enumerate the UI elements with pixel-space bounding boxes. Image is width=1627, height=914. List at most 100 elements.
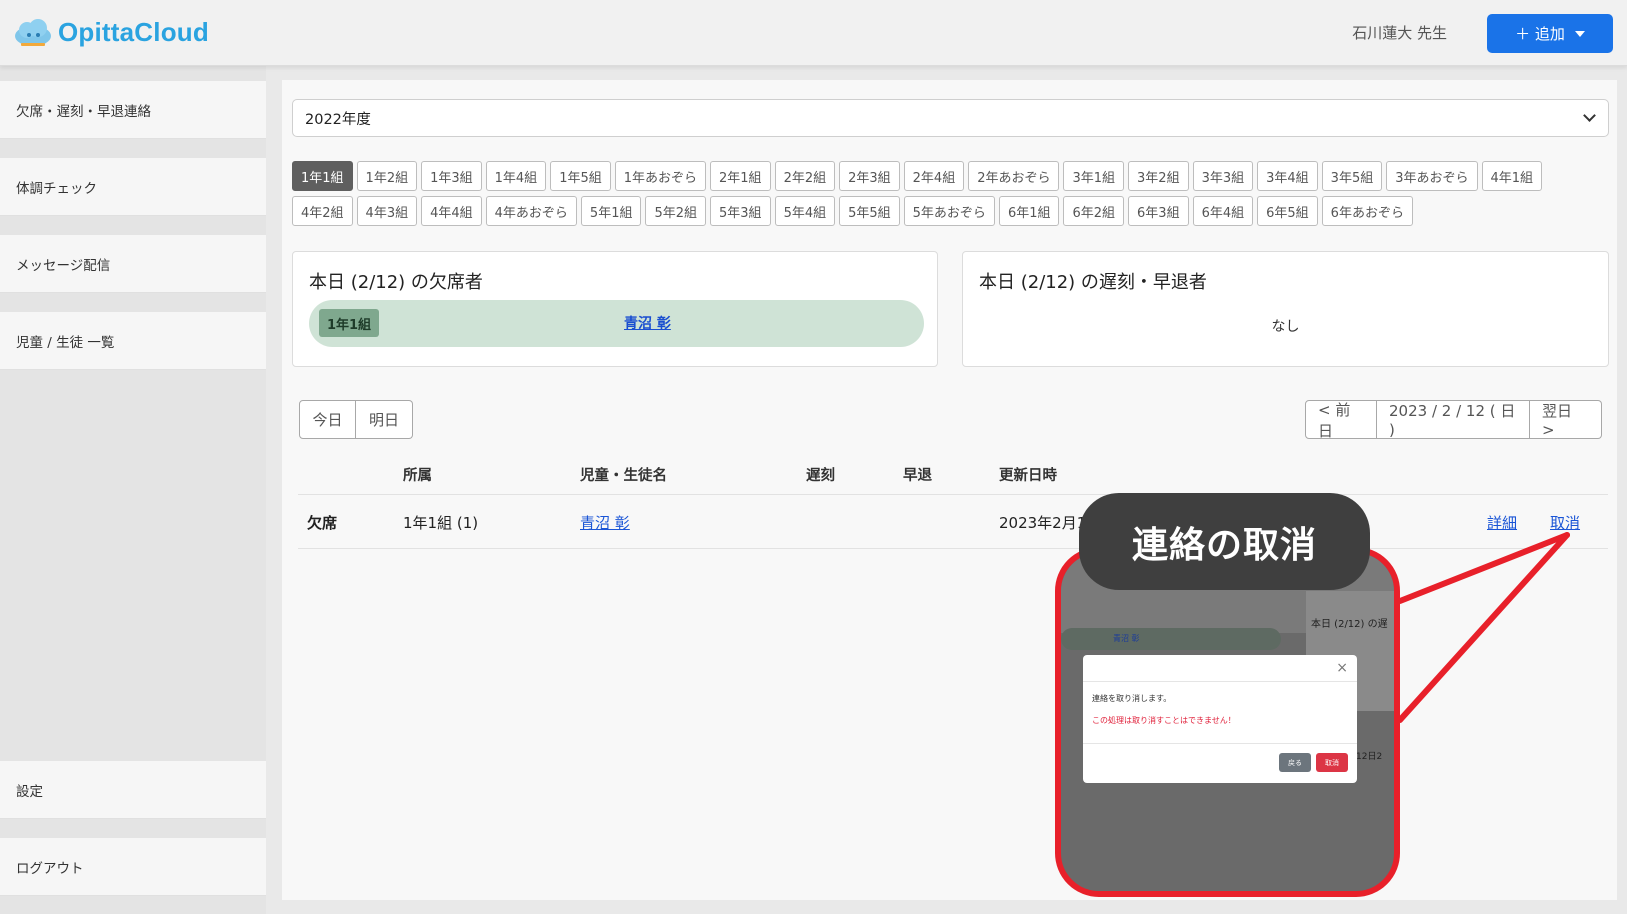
- class-tab[interactable]: 1年5組: [550, 161, 611, 191]
- logo[interactable]: OpittaCloud: [12, 16, 209, 48]
- modal-back-button: 戻る: [1279, 753, 1311, 772]
- absent-student-link[interactable]: 青沼 彰: [624, 313, 671, 333]
- late-card-title: 本日 (2/12) の遅刻・早退者: [979, 272, 1207, 293]
- class-tab[interactable]: 4年1組: [1481, 161, 1543, 191]
- class-tab[interactable]: 1年3組: [421, 161, 482, 191]
- sidebar-item-attendance[interactable]: 欠席・遅刻・早退連絡: [0, 81, 266, 139]
- absent-student-bar[interactable]: 1年1組 青沼 彰: [309, 300, 924, 347]
- class-tab[interactable]: 3年4組: [1257, 161, 1318, 191]
- class-tab[interactable]: 3年5組: [1321, 161, 1383, 191]
- late-card-empty: なし: [1271, 319, 1300, 335]
- close-icon: ×: [1336, 660, 1348, 676]
- confirm-modal: × 連絡を取り消します。 この処理は取り消すことはできません！ 戻る 取消: [1083, 655, 1357, 783]
- sidebar-item-label: 体調チェック: [16, 180, 97, 197]
- app-header: OpittaCloud 石川蓮大 先生 ＋ 追加: [0, 0, 1627, 66]
- class-tab[interactable]: 1年2組: [356, 161, 418, 191]
- class-tab[interactable]: 5年5組: [839, 196, 900, 226]
- inset-absent-bar: [1061, 628, 1281, 650]
- sidebar-item-students[interactable]: 児童 / 生徒 一覧: [0, 312, 266, 370]
- callout-label: 連絡の取消: [1079, 493, 1370, 590]
- absent-card: 本日 (2/12) の欠席者 1年1組 青沼 彰: [292, 251, 938, 367]
- modal-divider: [1083, 743, 1357, 744]
- tomorrow-button[interactable]: 明日: [356, 400, 413, 439]
- row-type: 欠席: [307, 514, 338, 532]
- table-divider: [298, 494, 1608, 495]
- cancel-link[interactable]: 取消: [1550, 512, 1580, 533]
- class-tab[interactable]: 6年2組: [1063, 196, 1125, 226]
- class-tab[interactable]: 5年あおぞら: [903, 196, 995, 226]
- class-badge: 1年1組: [319, 309, 379, 337]
- row-updated: 2023年2月1: [999, 514, 1087, 532]
- sidebar-item-logout[interactable]: ログアウト: [0, 838, 266, 896]
- modal-divider: [1083, 681, 1357, 682]
- class-tab[interactable]: 3年あおぞら: [1386, 161, 1478, 191]
- prev-day-button[interactable]: < 前日: [1305, 400, 1377, 440]
- header-early: 早退: [903, 468, 932, 484]
- class-tab[interactable]: 2年2組: [774, 161, 836, 191]
- class-tab[interactable]: 2年4組: [903, 161, 965, 191]
- detail-link[interactable]: 詳細: [1487, 512, 1517, 533]
- add-button[interactable]: ＋ 追加: [1487, 14, 1613, 53]
- class-tab[interactable]: 3年3組: [1192, 161, 1254, 191]
- cloud-logo-icon: [12, 16, 54, 48]
- class-tab[interactable]: 6年あおぞら: [1321, 196, 1413, 226]
- header-late: 遅刻: [806, 468, 835, 484]
- class-tab[interactable]: 2年3組: [839, 161, 900, 191]
- current-date[interactable]: 2023 / 2 / 12 ( 日 ): [1377, 400, 1530, 439]
- modal-cancel-button: 取消: [1316, 753, 1348, 772]
- date-nav: < 前日 2023 / 2 / 12 ( 日 ) 翌日 >: [1305, 400, 1602, 440]
- year-select-value: 2022年度: [305, 111, 371, 128]
- class-tab[interactable]: 6年4組: [1192, 196, 1254, 226]
- class-tab[interactable]: 4年3組: [356, 196, 418, 226]
- logo-text: OpittaCloud: [58, 16, 209, 47]
- row-affiliation: 1年1組 (1): [403, 514, 479, 532]
- class-tab[interactable]: 1年1組: [292, 161, 353, 191]
- row-student-link[interactable]: 青沼 彰: [580, 512, 630, 533]
- header-updated: 更新日時: [999, 468, 1057, 484]
- sidebar-item-label: 欠席・遅刻・早退連絡: [16, 103, 151, 120]
- modal-warning: この処理は取り消すことはできません！: [1092, 716, 1236, 725]
- class-tab[interactable]: 2年あおぞら: [968, 161, 1060, 191]
- sidebar-item-messages[interactable]: メッセージ配信: [0, 235, 266, 293]
- today-button[interactable]: 今日: [299, 400, 356, 439]
- sidebar-item-label: 設定: [16, 783, 43, 800]
- class-tab[interactable]: 5年2組: [645, 196, 707, 226]
- class-tab[interactable]: 1年あおぞら: [614, 161, 707, 191]
- header-affiliation: 所属: [403, 468, 432, 484]
- modal-message: 連絡を取り消します。: [1092, 694, 1172, 703]
- header-student: 児童・生徒名: [580, 468, 667, 484]
- class-tab[interactable]: 5年1組: [580, 196, 642, 226]
- class-tab[interactable]: 3年2組: [1128, 161, 1189, 191]
- class-tab[interactable]: 3年1組: [1063, 161, 1125, 191]
- class-tab[interactable]: 5年4組: [774, 196, 836, 226]
- class-tab[interactable]: 4年2組: [292, 196, 353, 226]
- inset-student: 青沼 彰: [1113, 634, 1140, 643]
- class-tab[interactable]: 5年3組: [710, 196, 771, 226]
- next-day-button[interactable]: 翌日 >: [1530, 400, 1602, 439]
- late-early-card: 本日 (2/12) の遅刻・早退者 なし: [962, 251, 1609, 367]
- absent-card-title: 本日 (2/12) の欠席者: [309, 272, 483, 293]
- class-tab[interactable]: 4年あおぞら: [485, 196, 577, 226]
- day-button-group: 今日 明日: [299, 400, 413, 439]
- add-button-label: ＋ 追加: [1515, 25, 1565, 43]
- class-tabs-row-2: 4年2組 4年3組 4年4組 4年あおぞら 5年1組 5年2組 5年3組 5年4組 5年5組 5年…: [292, 196, 1413, 226]
- class-tab[interactable]: 1年4組: [485, 161, 547, 191]
- class-tab[interactable]: 6年1組: [998, 196, 1060, 226]
- year-select[interactable]: 2022年度: [292, 99, 1609, 137]
- table-divider: [298, 548, 1608, 549]
- caret-down-icon: [1574, 30, 1585, 37]
- sidebar-item-settings[interactable]: 設定: [0, 761, 266, 819]
- class-tab[interactable]: 6年3組: [1128, 196, 1189, 226]
- class-tab[interactable]: 6年5組: [1257, 196, 1318, 226]
- inset-illustration: 本日 (2/12) の遅 青沼 彰 月12日2 × 連絡を取り消します。 この処…: [1055, 547, 1400, 897]
- class-tab[interactable]: 4年4組: [421, 196, 482, 226]
- class-tabs-row-1: 1年1組 1年2組 1年3組 1年4組 1年5組 1年あおぞら 2年1組 2年2組 2年3組 2年…: [292, 161, 1543, 191]
- sidebar-item-health-check[interactable]: 体調チェック: [0, 158, 266, 216]
- sidebar: 欠席・遅刻・早退連絡 体調チェック メッセージ配信 児童 / 生徒 一覧 設定 …: [0, 66, 266, 914]
- inset-card-title: 本日 (2/12) の遅: [1311, 619, 1388, 630]
- sidebar-item-label: ログアウト: [16, 860, 84, 877]
- class-tab[interactable]: 2年1組: [710, 161, 771, 191]
- user-name: 石川蓮大 先生: [1352, 24, 1447, 42]
- chevron-down-icon: [1583, 109, 1596, 122]
- sidebar-item-label: メッセージ配信: [16, 257, 111, 274]
